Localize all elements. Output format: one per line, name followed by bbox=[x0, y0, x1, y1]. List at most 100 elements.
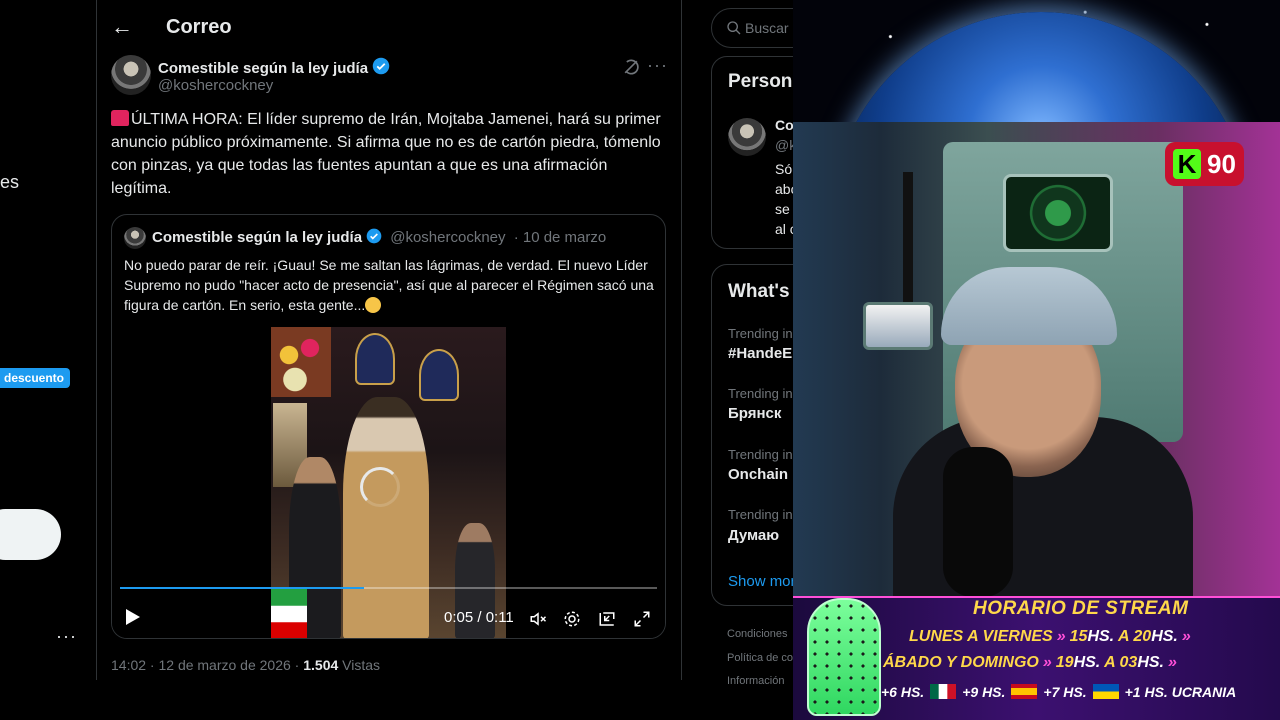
search-box[interactable]: Buscar bbox=[711, 8, 797, 48]
tweet-author: Comestible según la ley judía @koshercoc… bbox=[111, 55, 671, 95]
bio-line: se bbox=[775, 201, 790, 217]
tweet-text-body: ÚLTIMA HORA: El líder supremo de Irán, M… bbox=[111, 111, 661, 197]
hs-label: HS. bbox=[1137, 654, 1164, 671]
trends-card: What's Trending in #HandeE Trending in Б… bbox=[711, 264, 797, 606]
trend-item[interactable]: Брянск bbox=[728, 405, 781, 422]
left-nav: es descuento ··· bbox=[0, 0, 96, 720]
search-input[interactable]: Buscar bbox=[745, 20, 789, 36]
video-player[interactable]: 0:05 / 0:11 bbox=[112, 327, 665, 638]
trend-label: Trending in bbox=[728, 507, 793, 522]
schedule-end: 20 bbox=[1133, 628, 1152, 645]
fullscreen-icon[interactable] bbox=[633, 610, 651, 628]
double-chevron-icon: » bbox=[1168, 654, 1177, 671]
card-title: What's bbox=[728, 281, 790, 302]
tz-offset: +7 bbox=[1043, 684, 1060, 700]
grok-icon[interactable] bbox=[621, 57, 641, 77]
hs-label: HS. bbox=[900, 684, 925, 700]
tz-offset: +9 bbox=[962, 684, 979, 700]
spain-flag-icon bbox=[1011, 684, 1038, 699]
schedule-start: 15 bbox=[1069, 628, 1088, 645]
quote-author-name[interactable]: Comestible según la ley judía bbox=[152, 229, 362, 246]
double-chevron-icon: » bbox=[1181, 628, 1191, 645]
hs-label: HS. bbox=[1073, 654, 1101, 671]
trend-item[interactable]: #HandeE bbox=[728, 345, 792, 362]
settings-gear-icon[interactable] bbox=[563, 610, 581, 628]
trend-label: Trending in bbox=[728, 447, 793, 462]
double-chevron-icon: » bbox=[1056, 628, 1066, 645]
tz-offset: +6 bbox=[881, 684, 897, 700]
timestamp-text[interactable]: 14:02 · 12 de marzo de 2026 · bbox=[111, 657, 299, 673]
tz-country: UCRANIA bbox=[1171, 684, 1237, 700]
trend-item[interactable]: Onchain bbox=[728, 466, 788, 483]
picture-in-picture-icon[interactable] bbox=[598, 610, 616, 628]
schedule-start: 19 bbox=[1055, 654, 1074, 671]
loading-spinner-icon bbox=[360, 467, 400, 507]
calligraphy-banner bbox=[419, 349, 459, 401]
show-more-link[interactable]: Show mor bbox=[728, 573, 796, 590]
hs-label: HS. bbox=[1087, 628, 1115, 645]
card-title: Person bbox=[728, 71, 793, 92]
nav-item-fragment[interactable]: es bbox=[0, 172, 19, 193]
siren-emoji-icon bbox=[111, 110, 129, 126]
quote-text: No puedo parar de reír. ¡Guau! Se me sal… bbox=[124, 255, 654, 315]
back-arrow-icon[interactable]: ← bbox=[111, 14, 133, 40]
search-icon bbox=[727, 21, 741, 35]
cardboard-cutout bbox=[343, 397, 429, 638]
quote-author-handle[interactable]: @koshercockney bbox=[390, 229, 505, 246]
mute-icon[interactable] bbox=[528, 610, 548, 628]
tweet-text: ÚLTIMA HORA: El líder supremo de Irán, M… bbox=[111, 108, 667, 200]
verified-badge-icon bbox=[372, 57, 390, 75]
video-progress-bar[interactable] bbox=[120, 587, 657, 589]
page-title: Correo bbox=[166, 16, 232, 38]
who-to-follow-card: Person Co @k Só abo se al c bbox=[711, 56, 797, 249]
play-icon[interactable] bbox=[126, 609, 140, 625]
schedule-row: LUNES A VIERNES» 15HS. A 20HS.» bbox=[909, 628, 1195, 646]
camera-tripod bbox=[903, 172, 913, 302]
views-label: Vistas bbox=[342, 657, 381, 673]
discount-badge[interactable]: descuento bbox=[0, 368, 71, 388]
author-name-text[interactable]: Comestible según la ley judía bbox=[158, 60, 368, 77]
tweet-timestamp: 14:02 · 12 de marzo de 2026 · 1.504 Vist… bbox=[111, 657, 380, 673]
page-header: ← Correo bbox=[97, 0, 681, 54]
trend-item[interactable]: Думаю bbox=[728, 527, 779, 544]
author-handle[interactable]: @koshercockney bbox=[158, 77, 273, 94]
footer-link[interactable]: Información bbox=[727, 675, 784, 687]
post-button[interactable] bbox=[0, 509, 61, 560]
hs-label: HS. bbox=[1144, 684, 1168, 700]
quote-date[interactable]: · 10 de marzo bbox=[514, 229, 607, 246]
tz-offset: +1 bbox=[1124, 684, 1141, 700]
more-options-icon[interactable]: ··· bbox=[56, 626, 77, 647]
webcam-feed: K 90 bbox=[793, 122, 1280, 596]
stream-overlay: K 90 HORARIO DE STREAM LUNES A VIERNES» 1… bbox=[793, 0, 1280, 720]
microphone bbox=[943, 447, 1013, 596]
trend-label: Trending in bbox=[728, 326, 793, 341]
quoted-tweet[interactable]: Comestible según la ley judía @koshercoc… bbox=[111, 214, 666, 639]
viewer-count: 90 bbox=[1207, 148, 1236, 179]
avatar[interactable] bbox=[728, 118, 766, 156]
mexico-flag-icon bbox=[930, 684, 957, 699]
flowers-decoration bbox=[271, 327, 331, 397]
schedule-a: A bbox=[1117, 628, 1129, 645]
author-name[interactable]: Comestible según la ley judía bbox=[158, 57, 390, 77]
main-column: ← Correo Comestible según la ley judía @… bbox=[97, 0, 681, 680]
streamer-cap bbox=[941, 267, 1117, 345]
footer-link[interactable]: Condiciones bbox=[727, 628, 788, 640]
more-options-icon[interactable]: ··· bbox=[647, 55, 668, 76]
footer-link[interactable]: Política de co bbox=[727, 652, 793, 664]
person-name[interactable]: Co bbox=[775, 115, 794, 135]
bio-line: Só bbox=[775, 161, 793, 177]
schedule-row: ÁBADO Y DOMINGO» 19HS. A 03HS.» bbox=[883, 654, 1181, 672]
divider bbox=[681, 0, 682, 680]
kick-logo-icon: K bbox=[1173, 149, 1201, 179]
hs-label: HS. bbox=[1151, 628, 1178, 645]
hs-label: HS. bbox=[1063, 684, 1087, 700]
views-count: 1.504 bbox=[303, 657, 339, 673]
schedule-days: LUNES A VIERNES bbox=[909, 628, 1053, 645]
trend-label: Trending in bbox=[728, 386, 793, 401]
avatar[interactable] bbox=[111, 55, 151, 95]
cactus-mascot-icon bbox=[807, 598, 881, 716]
right-sidebar: Buscar Person Co @k Só abo se al c What'… bbox=[697, 0, 797, 720]
timezone-row: +6 HS. +9 HS. +7 HS. +1 HS. UCRANIA bbox=[881, 684, 1236, 700]
iran-flag bbox=[271, 589, 307, 638]
earth-graphic bbox=[831, 12, 1251, 122]
